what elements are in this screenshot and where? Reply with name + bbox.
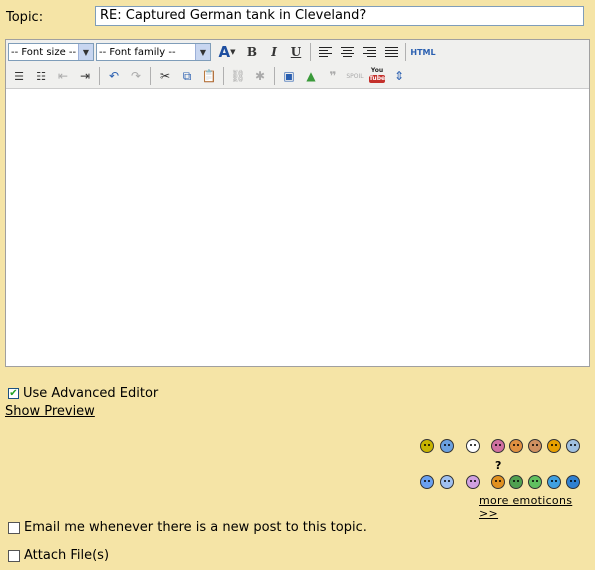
- undo-icon: ↶: [108, 69, 120, 83]
- underline-button[interactable]: U: [286, 42, 306, 62]
- unlink-button[interactable]: ✱: [250, 66, 270, 86]
- topic-input[interactable]: RE: Captured German tank in Cleveland?: [95, 6, 584, 26]
- email-notify-label: Email me whenever there is a new post to…: [24, 520, 367, 535]
- spoiler-icon: SPOIL: [346, 72, 364, 80]
- chevron-down-icon: ▼: [78, 44, 93, 60]
- editor-toolbar: -- Font size -- ▼ -- Font family -- ▼ A ▼…: [6, 40, 589, 89]
- emoticon-icon[interactable]: [509, 475, 523, 489]
- emoticon-icon[interactable]: [509, 439, 523, 453]
- align-left-icon: [318, 46, 332, 58]
- redo-button[interactable]: ↷: [126, 66, 146, 86]
- emoticon-icon[interactable]: [566, 475, 580, 489]
- emoticon-icon[interactable]: [528, 439, 542, 453]
- numbered-list-icon: ☷: [36, 69, 46, 83]
- justify-button[interactable]: [381, 42, 401, 62]
- copy-button[interactable]: ⧉: [177, 66, 197, 86]
- font-family-select[interactable]: -- Font family -- ▼: [96, 43, 211, 61]
- insert-table-button[interactable]: ▣: [279, 66, 299, 86]
- emoticon-icon[interactable]: [440, 439, 454, 453]
- email-notify-option[interactable]: Email me whenever there is a new post to…: [8, 520, 367, 535]
- advanced-editor-checkbox[interactable]: ✔: [8, 388, 19, 399]
- resize-editor-button[interactable]: ⇕: [389, 66, 409, 86]
- bullet-list-icon: ☰: [14, 69, 24, 83]
- youtube-icon: You Tube: [369, 67, 386, 83]
- html-source-button[interactable]: HTML: [410, 42, 436, 62]
- toolbar-separator: [310, 43, 311, 61]
- cut-button[interactable]: ✂: [155, 66, 175, 86]
- toolbar-separator: [223, 67, 224, 85]
- advanced-editor-option[interactable]: ✔ Use Advanced Editor: [8, 386, 158, 401]
- paste-button[interactable]: 📋: [199, 66, 219, 86]
- emoticon-icon[interactable]: [528, 475, 542, 489]
- emoticon-icon[interactable]: [491, 439, 505, 453]
- outdent-button[interactable]: ⇤: [53, 66, 73, 86]
- font-size-label: -- Font size --: [11, 46, 77, 58]
- frame-icon: ▣: [283, 69, 295, 83]
- emoticon-icon[interactable]: [420, 475, 434, 489]
- font-size-select[interactable]: -- Font size -- ▼: [8, 43, 94, 61]
- chevron-down-icon: ▼: [230, 48, 236, 56]
- font-color-icon: A: [218, 43, 231, 61]
- emoticon-icon[interactable]: [466, 439, 480, 453]
- toolbar-separator: [99, 67, 100, 85]
- font-family-label: -- Font family --: [99, 46, 176, 58]
- advanced-editor-label: Use Advanced Editor: [23, 386, 159, 401]
- attach-files-label: Attach File(s): [24, 548, 110, 563]
- align-center-icon: [340, 46, 354, 58]
- spoiler-button[interactable]: SPOIL: [345, 66, 365, 86]
- insert-image-button[interactable]: ▲: [301, 66, 321, 86]
- bold-button[interactable]: B: [242, 42, 262, 62]
- chevron-down-icon: ▼: [195, 44, 210, 60]
- more-emoticons-link[interactable]: more emoticons >>: [479, 494, 595, 520]
- emoticon-icon[interactable]: [491, 475, 505, 489]
- unlink-icon: ✱: [254, 69, 266, 83]
- rich-text-editor[interactable]: -- Font size -- ▼ -- Font family -- ▼ A ▼…: [5, 39, 590, 367]
- email-notify-checkbox[interactable]: [8, 521, 20, 534]
- link-icon: ⛓: [230, 69, 246, 83]
- toolbar-separator: [274, 67, 275, 85]
- undo-button[interactable]: ↶: [104, 66, 124, 86]
- italic-button[interactable]: I: [264, 42, 284, 62]
- resize-icon: ⇕: [393, 69, 405, 83]
- bullet-list-button[interactable]: ☰: [9, 66, 29, 86]
- emoticon-palette: [420, 437, 588, 492]
- justify-icon: [384, 46, 398, 58]
- paste-icon: 📋: [201, 69, 217, 83]
- numbered-list-button[interactable]: ☷: [31, 66, 51, 86]
- align-right-button[interactable]: [359, 42, 379, 62]
- quote-button[interactable]: ❞: [323, 66, 343, 86]
- emoticon-icon[interactable]: [547, 475, 561, 489]
- indent-button[interactable]: ⇥: [75, 66, 95, 86]
- indent-icon: ⇥: [79, 69, 91, 83]
- youtube-button[interactable]: You Tube: [367, 66, 387, 86]
- copy-icon: ⧉: [182, 68, 192, 83]
- redo-icon: ↷: [130, 69, 142, 83]
- emoticon-icon[interactable]: [466, 475, 480, 489]
- emoticon-icon[interactable]: [547, 439, 561, 453]
- question-mark-text: ?: [495, 459, 502, 472]
- align-right-icon: [362, 46, 376, 58]
- quote-icon: ❞: [329, 69, 337, 83]
- show-preview-link[interactable]: Show Preview: [5, 404, 95, 419]
- align-left-button[interactable]: [315, 42, 335, 62]
- font-color-button[interactable]: A ▼: [214, 42, 240, 62]
- attach-files-option[interactable]: Attach File(s): [8, 548, 109, 563]
- toolbar-separator: [405, 43, 406, 61]
- emoticon-icon[interactable]: [566, 439, 580, 453]
- topic-label: Topic:: [6, 10, 44, 25]
- emoticon-icon[interactable]: [440, 475, 454, 489]
- scissors-icon: ✂: [159, 69, 171, 83]
- insert-link-button[interactable]: ⛓: [228, 66, 248, 86]
- emoticon-icon[interactable]: [420, 439, 434, 453]
- outdent-icon: ⇤: [57, 69, 69, 83]
- editor-content-area[interactable]: [6, 89, 589, 366]
- image-icon: ▲: [306, 69, 316, 83]
- toolbar-separator: [150, 67, 151, 85]
- align-center-button[interactable]: [337, 42, 357, 62]
- attach-files-checkbox[interactable]: [8, 549, 20, 562]
